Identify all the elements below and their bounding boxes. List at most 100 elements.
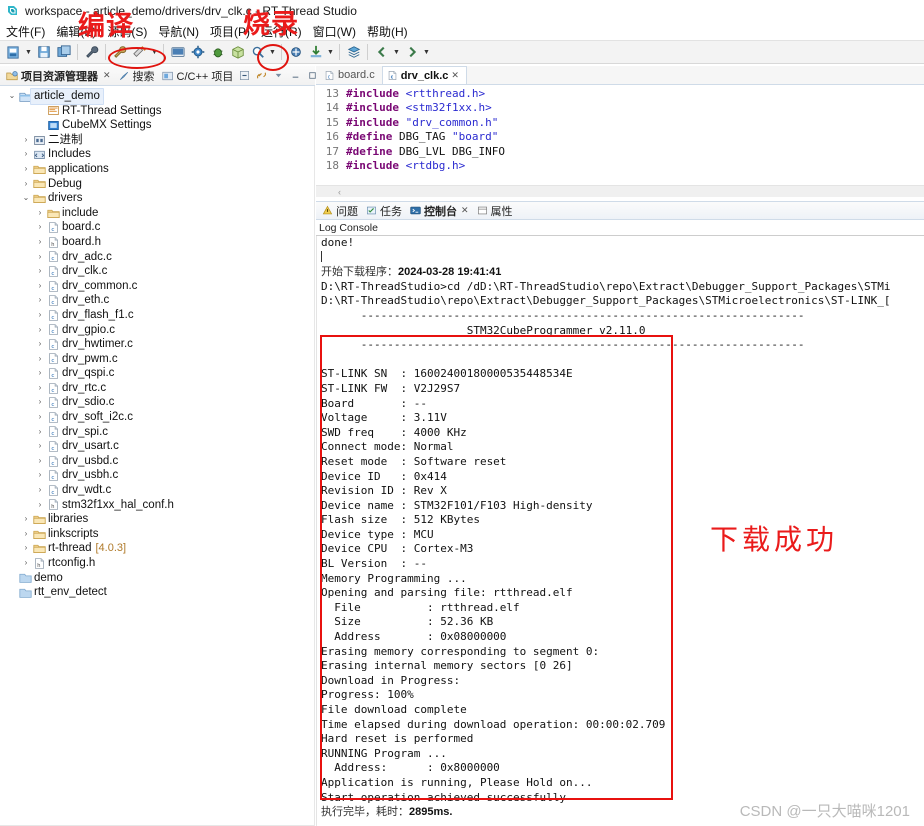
editor-tab-drv-clk-c[interactable]: c drv_clk.c ✕ <box>381 66 467 84</box>
chevron-right-icon[interactable]: › <box>34 220 46 235</box>
chevron-right-icon[interactable]: › <box>34 279 46 294</box>
tree-item[interactable]: › c drv_hwtimer.c <box>0 337 314 352</box>
tree-item[interactable]: › c drv_pwm.c <box>0 352 314 367</box>
tree-item[interactable]: › c drv_common.c <box>0 279 314 294</box>
tab-properties[interactable]: 属性 <box>475 203 519 219</box>
chevron-right-icon[interactable]: › <box>34 206 46 221</box>
tree-item[interactable]: ⌄ article_demo <box>0 88 314 105</box>
chevron-right-icon[interactable]: › <box>34 264 46 279</box>
save-icon[interactable] <box>34 42 53 62</box>
close-icon[interactable]: ✕ <box>451 70 459 81</box>
save-all-icon[interactable] <box>54 42 73 62</box>
chevron-right-icon[interactable]: › <box>20 541 32 556</box>
package-icon[interactable] <box>228 42 247 62</box>
tree-item[interactable]: › Debug <box>0 177 314 192</box>
tree-item[interactable]: › h board.h <box>0 235 314 250</box>
layers-icon[interactable] <box>344 42 363 62</box>
tree-item[interactable]: › c drv_sdio.c <box>0 395 314 410</box>
chevron-right-icon[interactable]: › <box>20 512 32 527</box>
chevron-right-icon[interactable]: › <box>20 527 32 542</box>
tree-item[interactable]: › c drv_adc.c <box>0 250 314 265</box>
chevron-right-icon[interactable]: › <box>34 410 46 425</box>
tree-item[interactable]: ⌄ drivers <box>0 191 314 206</box>
chevron-right-icon[interactable]: › <box>34 395 46 410</box>
wrench-icon[interactable] <box>82 42 101 62</box>
chevron-right-icon[interactable]: › <box>34 337 46 352</box>
tab-tasks[interactable]: 任务 <box>364 203 408 219</box>
tab-console[interactable]: 控制台 ✕ <box>408 203 475 219</box>
tab-problems[interactable]: 问题 <box>320 203 364 219</box>
tree-item[interactable]: › include <box>0 206 314 221</box>
build-dropdown-arrow-icon[interactable]: ▼ <box>150 42 159 62</box>
search-icon[interactable] <box>248 42 267 62</box>
chevron-right-icon[interactable]: › <box>34 293 46 308</box>
tree-item[interactable]: › c drv_rtc.c <box>0 381 314 396</box>
tree-item[interactable]: › c drv_qspi.c <box>0 366 314 381</box>
menu-project[interactable]: 项目(P) <box>210 23 250 40</box>
tree-item[interactable]: › c board.c <box>0 220 314 235</box>
tree-item[interactable]: › c drv_flash_f1.c <box>0 308 314 323</box>
forward-icon[interactable] <box>402 42 421 62</box>
tree-item[interactable]: demo <box>0 571 314 586</box>
tree-item[interactable]: CubeMX Settings <box>0 118 314 133</box>
terminal-icon[interactable] <box>168 42 187 62</box>
new-icon[interactable] <box>4 42 23 62</box>
debug-bug-icon[interactable] <box>208 42 227 62</box>
link-with-editor-icon[interactable] <box>255 70 267 82</box>
chevron-right-icon[interactable]: › <box>20 162 32 177</box>
tree-item[interactable]: › c drv_wdt.c <box>0 483 314 498</box>
project-tree[interactable]: ⌄ article_demo RT-Thread Settings CubeMX Se… <box>0 86 315 826</box>
tree-item[interactable]: › c drv_soft_i2c.c <box>0 410 314 425</box>
chevron-right-icon[interactable]: › <box>34 425 46 440</box>
tree-item[interactable]: rtt_env_detect <box>0 585 314 600</box>
tab-search[interactable]: 搜索 <box>116 66 160 85</box>
tree-item[interactable]: › h stm32f1xx_hal_conf.h <box>0 498 314 513</box>
new-dropdown-arrow-icon[interactable]: ▼ <box>24 42 33 62</box>
chevron-right-icon[interactable]: › <box>20 556 32 571</box>
chevron-right-icon[interactable]: › <box>34 439 46 454</box>
code-editor[interactable]: 13 #include <rtthread.h> 14 #include <stm32… <box>316 85 924 185</box>
tree-item[interactable]: › Includes <box>0 147 314 162</box>
download-icon[interactable] <box>306 42 325 62</box>
download-dropdown-arrow-icon[interactable]: ▼ <box>326 42 335 62</box>
chevron-right-icon[interactable]: › <box>34 483 46 498</box>
flash-icon[interactable] <box>286 42 305 62</box>
forward-dropdown-arrow-icon[interactable]: ▼ <box>422 42 431 62</box>
tree-item[interactable]: › c drv_eth.c <box>0 293 314 308</box>
menu-navigate[interactable]: 导航(N) <box>158 23 199 40</box>
tab-project-explorer[interactable]: 项目资源管理器 ✕ <box>4 66 116 85</box>
tab-cpp-projects[interactable]: C/C++ 项目 <box>160 66 239 85</box>
tree-item[interactable]: RT-Thread Settings <box>0 104 314 119</box>
tree-item[interactable]: › h rtconfig.h <box>0 556 314 571</box>
tree-item[interactable]: › libraries <box>0 512 314 527</box>
tree-item[interactable]: › c drv_usbd.c <box>0 454 314 469</box>
chevron-right-icon[interactable]: › <box>34 352 46 367</box>
minimize-icon[interactable] <box>289 70 301 82</box>
chevron-right-icon[interactable]: › <box>34 250 46 265</box>
tree-item[interactable]: › c drv_usart.c <box>0 439 314 454</box>
menu-run[interactable]: 运行(R) <box>261 23 302 40</box>
chevron-right-icon[interactable]: › <box>34 366 46 381</box>
back-dropdown-arrow-icon[interactable]: ▼ <box>392 42 401 62</box>
tree-item[interactable]: › rt-thread [4.0.3] <box>0 541 314 556</box>
chevron-down-icon[interactable]: ⌄ <box>20 191 32 206</box>
tree-item[interactable]: › applications <box>0 162 314 177</box>
menu-file[interactable]: 文件(F) <box>6 23 45 40</box>
back-icon[interactable] <box>372 42 391 62</box>
editor-tab-board-c[interactable]: c board.c <box>320 66 382 84</box>
tree-item[interactable]: › c drv_gpio.c <box>0 323 314 338</box>
tree-item[interactable]: › c drv_usbh.c <box>0 468 314 483</box>
collapse-all-icon[interactable] <box>238 70 250 82</box>
chevron-right-icon[interactable]: › <box>34 308 46 323</box>
menu-source[interactable]: 源码(S) <box>107 23 147 40</box>
editor-horizontal-scrollbar[interactable]: ‹ <box>316 185 924 197</box>
tree-item[interactable]: › c drv_spi.c <box>0 425 314 440</box>
settings-gear-icon[interactable] <box>188 42 207 62</box>
chevron-right-icon[interactable]: › <box>34 323 46 338</box>
chevron-down-icon[interactable]: ⌄ <box>6 89 18 104</box>
chevron-right-icon[interactable]: › <box>34 498 46 513</box>
chevron-right-icon[interactable]: › <box>20 147 32 162</box>
scroll-left-arrow-icon[interactable]: ‹ <box>338 187 341 197</box>
chevron-right-icon[interactable]: › <box>34 381 46 396</box>
clean-icon[interactable] <box>130 42 149 62</box>
